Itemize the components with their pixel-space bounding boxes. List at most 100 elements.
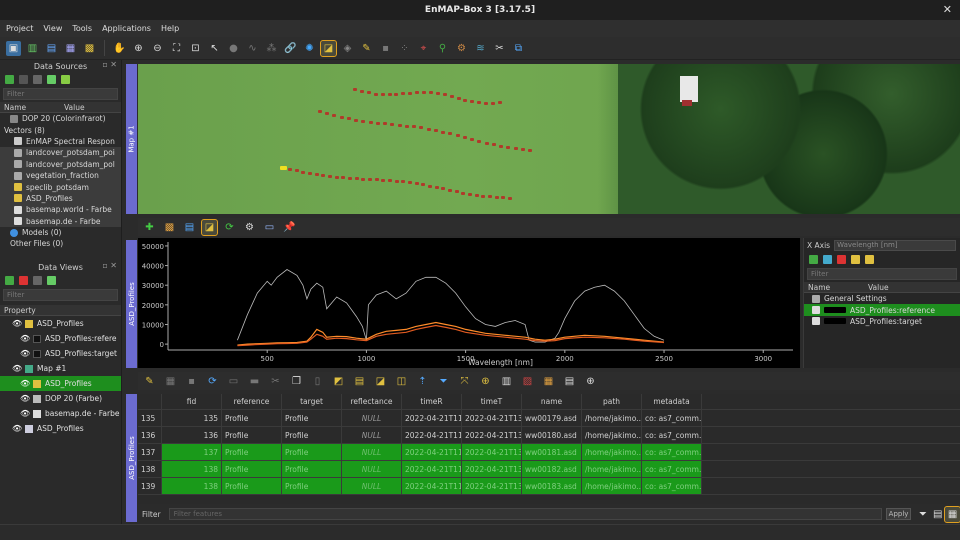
table-cell[interactable]: 2022-04-21T11... xyxy=(402,461,462,477)
edit-pencil-icon[interactable]: ✎ xyxy=(359,41,374,56)
zoom-map-icon[interactable]: ⊕ xyxy=(583,374,598,389)
table-view-icon[interactable]: ▤ xyxy=(930,507,945,522)
delete-field-icon[interactable]: ▨ xyxy=(520,374,535,389)
column-header[interactable]: target xyxy=(282,394,342,409)
gps-icon[interactable]: ⌖ xyxy=(416,41,431,56)
table-cell[interactable]: 138 xyxy=(162,461,222,477)
view-item[interactable]: 👁 DOP 20 (Farbe) xyxy=(0,391,121,406)
profile-location-marker[interactable] xyxy=(470,100,475,104)
curve-icon[interactable]: ∿ xyxy=(245,41,260,56)
view-item[interactable]: 👁 ASD_Profiles xyxy=(0,421,121,436)
row-number[interactable]: 136 xyxy=(138,427,162,443)
filter-expression-input[interactable]: Filter features xyxy=(168,508,882,520)
profile-location-marker[interactable] xyxy=(314,173,319,177)
table-cell[interactable]: 138 xyxy=(162,478,222,494)
profile-location-marker[interactable] xyxy=(380,93,385,97)
profile-location-marker[interactable] xyxy=(361,119,366,123)
tree-item[interactable]: ASD_Profiles xyxy=(0,192,121,205)
profile-entry[interactable]: ASD_Profiles:reference xyxy=(804,304,960,316)
list-icon[interactable] xyxy=(823,254,832,264)
menu-help[interactable]: Help xyxy=(161,24,179,33)
copy-icon[interactable]: ❐ xyxy=(289,374,304,389)
view-item[interactable]: 👁 ASD_Profiles xyxy=(0,316,121,331)
profile-location-marker[interactable] xyxy=(348,176,352,180)
identify-icon[interactable]: ● xyxy=(226,41,241,56)
tree-item[interactable]: landcover_potsdam_pol xyxy=(0,158,121,170)
profile-location-marker[interactable] xyxy=(412,125,417,129)
profile-location-marker[interactable] xyxy=(361,177,366,181)
link-icon[interactable]: 🔗 xyxy=(283,41,298,56)
toggle-edit-icon[interactable]: ✎ xyxy=(142,374,157,389)
paste-icon[interactable]: ▯ xyxy=(310,374,325,389)
pin-icon[interactable]: 📌 xyxy=(282,220,297,235)
table-cell[interactable]: Profile xyxy=(222,444,282,460)
profile-location-marker[interactable] xyxy=(388,179,392,183)
profile-location-marker[interactable] xyxy=(528,148,532,152)
add-speclib-icon[interactable]: ▩ xyxy=(82,41,97,56)
profile-location-marker[interactable] xyxy=(366,91,371,95)
eye-icon[interactable]: 👁 xyxy=(20,349,30,358)
profile-location-marker[interactable] xyxy=(346,117,351,121)
add-table-icon[interactable]: ▦ xyxy=(63,41,78,56)
table-cell[interactable]: co: as7_comm... xyxy=(642,478,702,494)
profile-location-marker[interactable] xyxy=(481,194,486,198)
tree-item[interactable]: speclib_potsdam xyxy=(0,181,121,193)
refresh-icon[interactable] xyxy=(61,74,70,84)
table-cell[interactable]: /home/jakimo... xyxy=(582,410,642,426)
table-cell[interactable]: /home/jakimo... xyxy=(582,461,642,477)
table-row[interactable]: 139138ProfileProfileNULL2022-04-21T11...… xyxy=(138,478,960,495)
table-row[interactable]: 135135ProfileProfileNULL2022-04-21T11...… xyxy=(138,410,960,427)
column-header[interactable]: metadata xyxy=(642,394,702,409)
profile-location-marker[interactable] xyxy=(455,134,460,138)
column-header[interactable]: timeT xyxy=(462,394,522,409)
table-cell[interactable]: Profile xyxy=(282,478,342,494)
profile-location-marker[interactable] xyxy=(477,139,482,143)
column-header[interactable]: fid xyxy=(162,394,222,409)
profile-location-marker[interactable] xyxy=(328,175,332,179)
tree-item[interactable]: Models (0) xyxy=(0,227,121,238)
multi-edit-icon[interactable]: ▦ xyxy=(163,374,178,389)
tree-item[interactable]: DOP 20 (Colorinfrarot) xyxy=(0,113,121,124)
dock-icon[interactable]: ⧉ xyxy=(511,41,526,56)
table-cell[interactable]: Profile xyxy=(282,444,342,460)
layers-icon[interactable]: ◈ xyxy=(340,41,355,56)
table-cell[interactable]: co: as7_comm... xyxy=(642,410,702,426)
spectral-chart[interactable]: 01000020000300004000050000500 1000 1500 200… xyxy=(138,238,800,368)
column-header[interactable]: reference xyxy=(222,394,282,409)
profile-location-marker[interactable] xyxy=(477,101,482,105)
select-icon[interactable]: ↖ xyxy=(207,41,222,56)
expand-icon[interactable] xyxy=(47,74,56,84)
zoom-in-icon[interactable]: ⊕ xyxy=(131,41,146,56)
reload-icon[interactable]: ⟳ xyxy=(222,220,237,235)
table-cell[interactable]: co: as7_comm... xyxy=(642,427,702,443)
window-icon[interactable]: ▭ xyxy=(262,220,277,235)
row-number[interactable]: 137 xyxy=(138,444,162,460)
cut-icon[interactable]: ✂ xyxy=(268,374,283,389)
profile-location-marker[interactable] xyxy=(368,177,372,181)
filter-icon[interactable]: ⏷ xyxy=(436,374,451,389)
profile-location-marker[interactable] xyxy=(415,91,420,95)
profile-location-marker[interactable] xyxy=(359,89,364,93)
checkbox-icon[interactable] xyxy=(812,306,820,315)
tools-icon[interactable]: ✂ xyxy=(492,41,507,56)
panel-close-icon[interactable]: ▫ ✕ xyxy=(102,261,117,270)
add-raster-icon[interactable]: ▥ xyxy=(25,41,40,56)
profile-entry[interactable]: ASD_Profiles:target xyxy=(804,316,960,327)
move-top-icon[interactable]: ⇡ xyxy=(415,374,430,389)
checkbox-icon[interactable] xyxy=(812,317,820,326)
x-axis-select[interactable]: Wavelength [nm] xyxy=(834,239,956,251)
profile-location-marker[interactable] xyxy=(301,170,306,174)
color-icon[interactable] xyxy=(865,254,874,264)
spectral-plot[interactable]: 0 10000 20000 30000 40000 50000 500 1000 1500 200… xyxy=(138,238,800,368)
profile-location-marker[interactable] xyxy=(468,192,472,196)
menu-applications[interactable]: Applications xyxy=(102,24,151,33)
table-cell[interactable]: 137 xyxy=(162,444,222,460)
eye-icon[interactable]: 👁 xyxy=(12,319,22,328)
table-dock-tab[interactable]: ASD_Profiles xyxy=(126,394,137,522)
invert-selection-icon[interactable]: ◪ xyxy=(373,374,388,389)
table-cell[interactable]: NULL xyxy=(342,444,402,460)
expand-icon[interactable] xyxy=(47,275,56,285)
profile-location-marker[interactable] xyxy=(408,91,413,95)
panel-close-icon[interactable]: ▫ ✕ xyxy=(102,60,117,69)
table-cell[interactable]: NULL xyxy=(342,427,402,443)
